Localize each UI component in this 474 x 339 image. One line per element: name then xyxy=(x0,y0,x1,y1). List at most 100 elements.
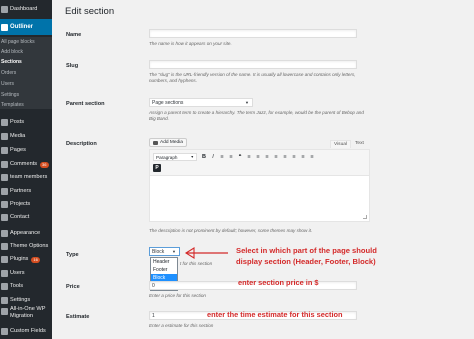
editor-area[interactable]: Paragraph ▼ B I ≡ ≡ ❝ ≡ ≡ ≡ ≡ ≡ ≡ ≡ ≡ P xyxy=(149,149,370,222)
sidebar-item-custom-fields[interactable]: Custom Fields xyxy=(0,325,52,338)
read-more-button[interactable]: ≡ xyxy=(290,153,298,161)
submenu-item-templates[interactable]: Templates xyxy=(1,103,24,108)
price-description: Enter a price for this section xyxy=(149,293,206,298)
pin-icon xyxy=(1,119,8,126)
slug-input[interactable] xyxy=(149,60,357,69)
pages-icon xyxy=(1,147,8,154)
submenu-item-users[interactable]: Users xyxy=(1,82,14,87)
description-editor: Add Media Visual Text Paragraph ▼ B I ≡ … xyxy=(149,138,370,223)
settings-icon xyxy=(1,297,8,304)
sidebar-item-partners[interactable]: Partners xyxy=(0,185,52,198)
slug-description: The “slug” is the URL-friendly version o… xyxy=(149,72,356,84)
add-media-label: Add Media xyxy=(160,140,183,145)
sidebar-item-label: Comments xyxy=(10,160,38,167)
sidebar-item-label: Plugins xyxy=(10,255,29,262)
add-media-button[interactable]: Add Media xyxy=(149,138,187,147)
sidebar-item-comments[interactable]: Comments 36 xyxy=(0,158,52,171)
parent-section-label: Parent section xyxy=(66,101,105,107)
sidebar-item-dashboard[interactable]: Dashboard xyxy=(0,3,52,16)
sidebar-item-label: Projects xyxy=(10,200,31,207)
estimate-annotation: enter the time estimate for this section xyxy=(207,310,343,319)
sidebar-item-label: Appearance xyxy=(10,229,41,236)
type-value: Block xyxy=(152,248,165,255)
description-help: The description is not prominent by defa… xyxy=(149,228,313,233)
estimate-description: Enter a estimate for this section xyxy=(149,323,214,328)
sidebar-item-media[interactable]: Media xyxy=(0,130,52,143)
type-option-footer[interactable]: Footer xyxy=(151,266,177,274)
editor-toolbar: Paragraph ▼ B I ≡ ≡ ❝ ≡ ≡ ≡ ≡ ≡ ≡ ≡ ≡ P xyxy=(150,150,369,176)
outliner-icon xyxy=(1,23,8,31)
align-right-button[interactable]: ≡ xyxy=(263,153,271,161)
chevron-down-icon: ▼ xyxy=(190,155,194,159)
type-option-header[interactable]: Header xyxy=(151,258,177,266)
type-label: Type xyxy=(66,252,79,258)
comments-icon xyxy=(1,161,8,168)
name-description: The name is how it appears on your site. xyxy=(149,41,232,46)
parent-section-value: Page sections xyxy=(152,99,184,106)
camera-icon xyxy=(153,140,158,145)
sidebar-item-posts[interactable]: Posts xyxy=(0,116,52,129)
submenu-item-all-page-blocks[interactable]: All page blocks xyxy=(1,40,35,45)
sidebar-item-label: team members xyxy=(10,173,48,180)
theme-options-icon xyxy=(1,243,8,250)
italic-button[interactable]: I xyxy=(209,153,217,161)
slug-label: Slug xyxy=(66,63,79,69)
custom-fields-icon xyxy=(1,328,8,335)
link-button[interactable]: ≡ xyxy=(272,153,280,161)
sidebar-item-label: All-in-One WP Migration xyxy=(10,306,46,319)
paintbrush-icon xyxy=(1,230,8,237)
numbered-list-button[interactable]: ≡ xyxy=(227,153,235,161)
resize-handle-icon[interactable] xyxy=(363,215,367,219)
align-left-button[interactable]: ≡ xyxy=(245,153,253,161)
parent-section-description: Assign a parent term to create a hierarc… xyxy=(149,110,364,122)
sidebar-item-plugins[interactable]: Plugins 16 xyxy=(0,253,52,266)
comments-count-badge: 36 xyxy=(40,161,49,168)
blockquote-button[interactable]: ❝ xyxy=(236,153,244,161)
price-annotation: enter section price in $ xyxy=(238,278,319,287)
bold-button[interactable]: B xyxy=(200,153,208,161)
type-annotation-line1: Select in which part of the page should xyxy=(236,246,377,255)
media-icon xyxy=(1,133,8,140)
projects-icon xyxy=(1,201,8,208)
sidebar-item-label: Dashboard xyxy=(10,5,38,12)
contact-icon xyxy=(1,214,8,221)
sidebar-item-contact[interactable]: Contact xyxy=(0,211,52,224)
sidebar-item-all-in-one-migration[interactable]: All-in-One WP Migration xyxy=(0,306,52,324)
submenu-item-orders[interactable]: Orders xyxy=(1,71,16,76)
type-select[interactable]: Block ▼ xyxy=(149,247,180,256)
plugins-icon xyxy=(1,256,8,263)
plugin-p-button[interactable]: P xyxy=(153,164,161,172)
type-description: t for this section xyxy=(180,261,213,266)
type-annotation-line2: display section (Header, Footer, Block) xyxy=(236,257,376,266)
dashboard-icon xyxy=(1,6,8,13)
sidebar-item-projects[interactable]: Projects xyxy=(0,198,52,211)
tab-visual[interactable]: Visual xyxy=(330,140,351,148)
sidebar-item-label: Media xyxy=(10,132,26,139)
team-icon xyxy=(1,174,8,181)
sidebar-item-users[interactable]: Users xyxy=(0,267,52,280)
unlink-button[interactable]: ≡ xyxy=(281,153,289,161)
submenu-item-settings[interactable]: Settings xyxy=(1,93,19,98)
sidebar-item-tools[interactable]: Tools xyxy=(0,280,52,293)
sidebar-item-label: Posts xyxy=(10,118,24,125)
sidebar-item-appearance[interactable]: Appearance xyxy=(0,227,52,240)
submenu-item-add-block[interactable]: Add block xyxy=(1,50,23,55)
name-input[interactable] xyxy=(149,29,357,38)
sidebar-item-outliner[interactable]: Outliner xyxy=(0,19,52,35)
tab-text[interactable]: Text xyxy=(352,140,367,148)
sidebar-item-theme-options[interactable]: Theme Options xyxy=(0,240,52,253)
toolbar-toggle-button[interactable]: ≡ xyxy=(308,153,316,161)
parent-section-select[interactable]: Page sections ▼ xyxy=(149,98,253,107)
description-label: Description xyxy=(66,141,97,147)
fullscreen-button[interactable]: ≡ xyxy=(299,153,307,161)
sidebar-item-pages[interactable]: Pages xyxy=(0,144,52,157)
chevron-down-icon: ▼ xyxy=(172,249,176,254)
submenu-item-sections[interactable]: Sections xyxy=(1,60,22,65)
sidebar-item-team-members[interactable]: team members xyxy=(0,171,52,184)
format-select[interactable]: Paragraph ▼ xyxy=(153,153,197,161)
sidebar-item-label: Settings xyxy=(10,296,31,303)
plugins-update-badge: 16 xyxy=(31,256,40,263)
align-center-button[interactable]: ≡ xyxy=(254,153,262,161)
migration-icon xyxy=(1,308,8,315)
bullet-list-button[interactable]: ≡ xyxy=(218,153,226,161)
